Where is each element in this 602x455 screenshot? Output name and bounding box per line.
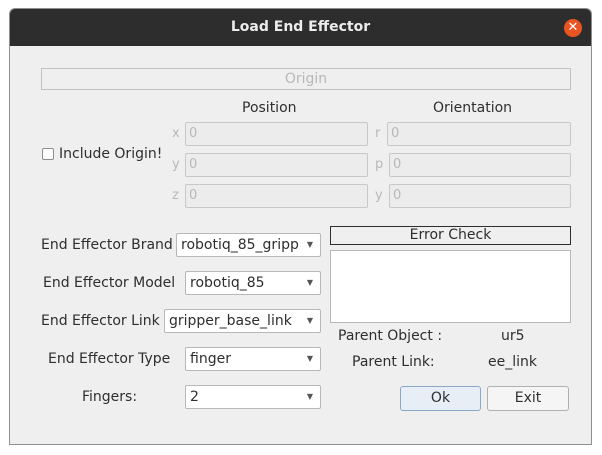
- model-label: End Effector Model: [43, 275, 176, 291]
- model-select-value: robotiq_85: [190, 275, 265, 291]
- type-label: End Effector Type: [48, 351, 171, 367]
- axis-label-yaw: y: [375, 188, 383, 203]
- parent-link-label: Parent Link:: [352, 354, 435, 370]
- parent-link-value: ee_link: [488, 354, 537, 370]
- link-label: End Effector Link: [41, 313, 160, 329]
- window-title: Load End Effector: [230, 19, 371, 35]
- load-end-effector-dialog: Load End Effector ✕ Origin Position Orie…: [9, 8, 592, 445]
- close-icon: ✕: [567, 20, 579, 35]
- axis-label-z: z: [172, 188, 179, 203]
- orientation-label: Orientation: [433, 100, 513, 116]
- model-select[interactable]: robotiq_85 ▼: [185, 271, 321, 295]
- fingers-label: Fingers:: [82, 389, 138, 405]
- position-label: Position: [242, 100, 297, 116]
- orientation-r-input[interactable]: 0: [387, 122, 571, 146]
- type-select-value: finger: [190, 351, 231, 367]
- error-check-header: Error Check: [330, 226, 571, 245]
- close-button[interactable]: ✕: [564, 19, 582, 37]
- title-bar: Load End Effector ✕: [10, 9, 591, 46]
- axis-label-r: r: [375, 126, 381, 141]
- brand-select-value: robotiq_85_gripp: [181, 237, 299, 253]
- chevron-down-icon: ▼: [304, 386, 316, 408]
- fingers-select-value: 2: [190, 389, 199, 405]
- parent-object-value: ur5: [501, 328, 525, 344]
- position-y-input[interactable]: 0: [185, 153, 368, 177]
- brand-select[interactable]: robotiq_85_gripp ▼: [176, 233, 321, 257]
- chevron-down-icon: ▼: [304, 272, 316, 294]
- error-check-output: [330, 250, 571, 323]
- ok-button[interactable]: Ok: [400, 386, 481, 411]
- axis-label-p: p: [375, 157, 384, 172]
- include-origin-label: Include Origin!: [59, 146, 163, 162]
- link-select-value: gripper_base_link: [169, 313, 292, 329]
- parent-object-label: Parent Object :: [338, 328, 443, 344]
- origin-header: Origin: [41, 68, 571, 90]
- exit-button[interactable]: Exit: [487, 386, 569, 411]
- position-z-input[interactable]: 0: [185, 184, 368, 208]
- link-select[interactable]: gripper_base_link ▼: [164, 309, 321, 333]
- orientation-y-input[interactable]: 0: [389, 184, 571, 208]
- brand-label: End Effector Brand: [41, 237, 173, 253]
- chevron-down-icon: ▼: [304, 348, 316, 370]
- axis-label-x: x: [172, 126, 180, 141]
- position-x-input[interactable]: 0: [185, 122, 368, 146]
- chevron-down-icon: ▼: [304, 234, 316, 256]
- chevron-down-icon: ▼: [304, 310, 316, 332]
- include-origin-checkbox[interactable]: [42, 148, 54, 160]
- axis-label-y: y: [172, 157, 180, 172]
- orientation-p-input[interactable]: 0: [389, 153, 571, 177]
- type-select[interactable]: finger ▼: [185, 347, 321, 371]
- fingers-select[interactable]: 2 ▼: [185, 385, 321, 409]
